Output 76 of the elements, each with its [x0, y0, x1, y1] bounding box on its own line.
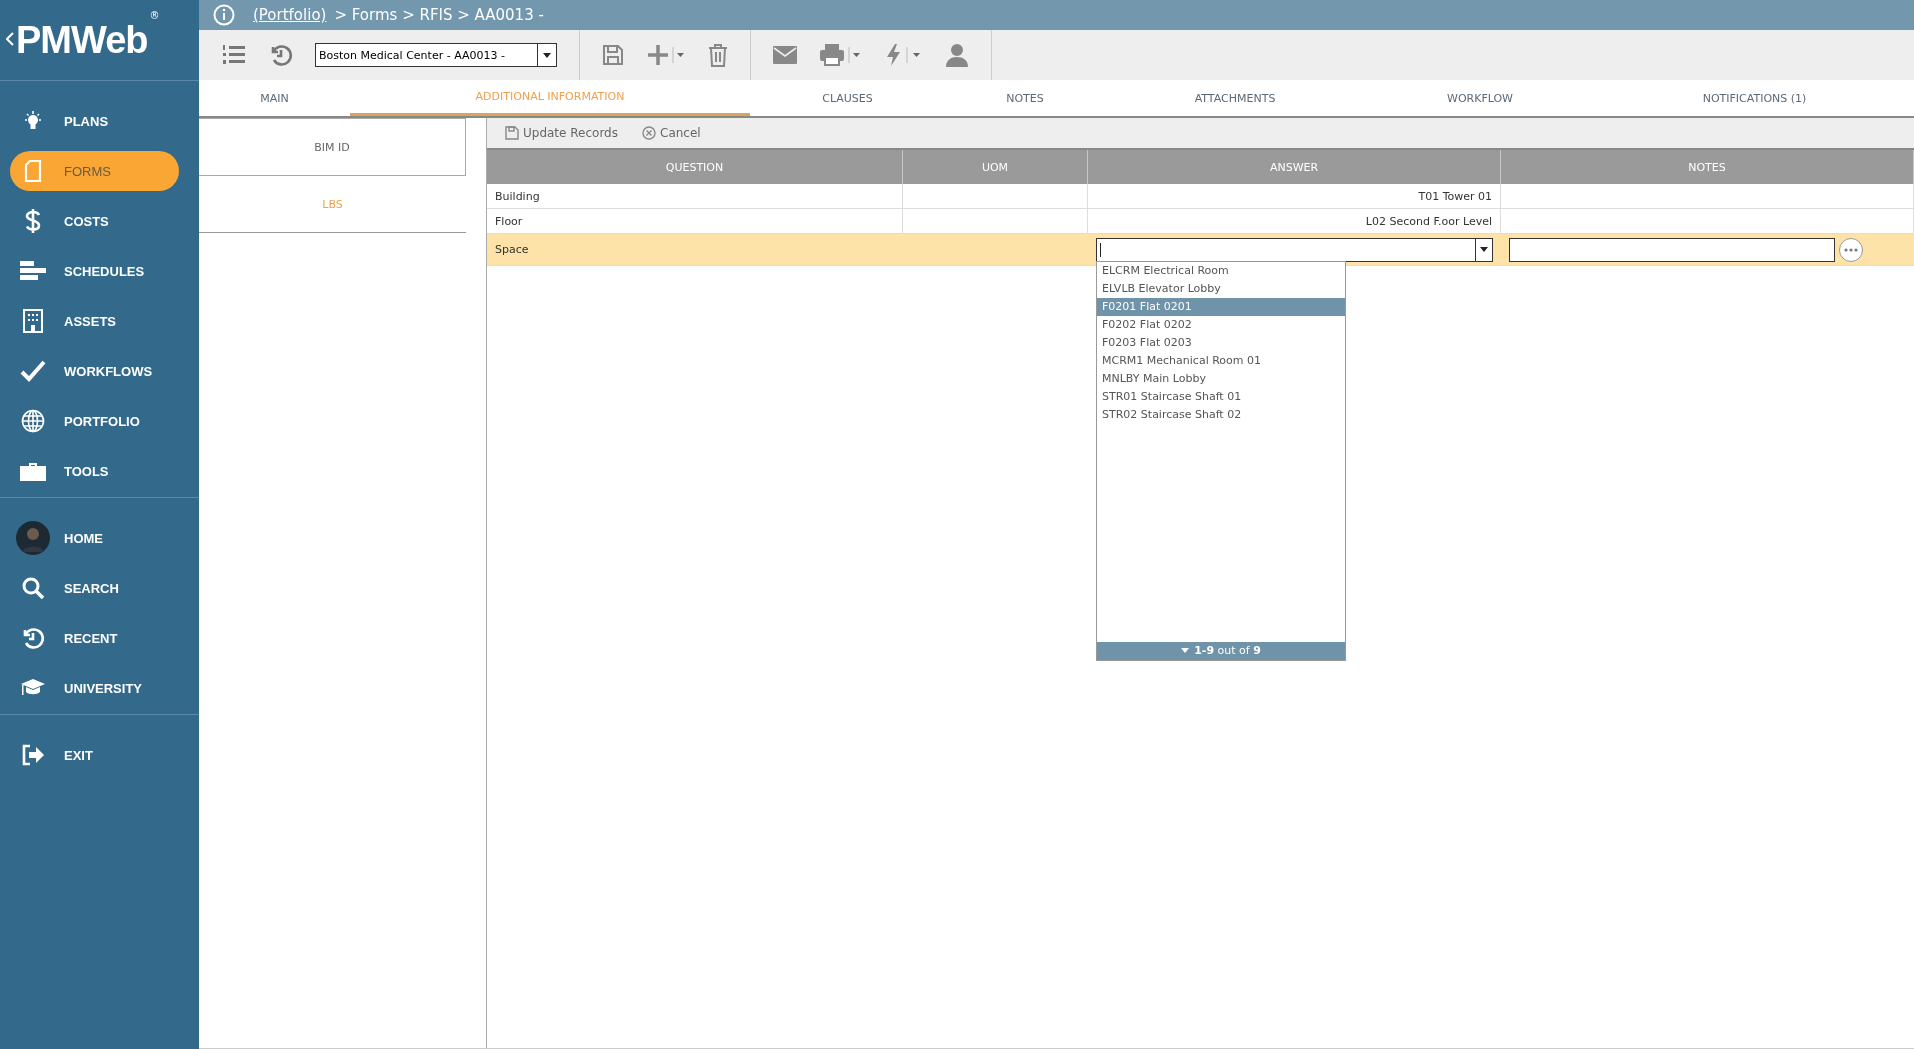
tab[interactable]: ATTACHMENTS — [1105, 80, 1365, 116]
notes-field[interactable] — [1509, 237, 1835, 262]
logo: PMWeb — [16, 18, 148, 62]
save-icon — [505, 126, 519, 140]
subnav-item[interactable]: BIM ID — [199, 118, 466, 176]
sidebar-item[interactable]: WORKFLOWS — [10, 351, 179, 391]
tab[interactable]: MAIN — [199, 80, 350, 116]
envelope-icon[interactable] — [773, 46, 797, 64]
table-cell-text: Space — [494, 242, 530, 258]
search-icon — [21, 576, 45, 600]
action-button[interactable]: Cancel — [642, 126, 701, 140]
sidebar-item[interactable]: UNIVERSITY — [10, 668, 179, 708]
tab[interactable]: NOTIFICATIONS (1) — [1595, 80, 1914, 116]
building-icon — [23, 309, 43, 333]
sidebar-item[interactable]: FORMS — [10, 151, 179, 191]
avatar-icon — [16, 521, 50, 555]
table-cell: T01 Tower 01 — [1088, 184, 1501, 208]
history-icon — [21, 626, 45, 650]
history-icon[interactable] — [269, 43, 293, 67]
caret-icon — [1480, 247, 1488, 252]
tab[interactable]: NOTES — [945, 80, 1105, 116]
breadcrumb-link[interactable]: (Portfolio) — [253, 6, 327, 24]
dropdown-option[interactable]: F0203 Flat 0203 — [1097, 333, 1345, 352]
column-header: QUESTION — [487, 150, 903, 184]
dropdown-option[interactable]: MNLBY Main Lobby — [1097, 369, 1345, 388]
sidebar-item[interactable]: HOME — [10, 518, 179, 558]
table-cell: Building — [487, 184, 903, 208]
sidebar-item[interactable]: PLANS — [10, 101, 179, 141]
sidebar-item[interactable]: EXIT — [10, 735, 179, 775]
sidebar-item[interactable]: TOOLS — [10, 451, 179, 491]
registered-mark: ® — [149, 10, 160, 21]
sidebar-item[interactable]: SCHEDULES — [10, 251, 179, 291]
trash-icon[interactable] — [708, 43, 728, 67]
caret-icon — [543, 52, 551, 58]
info-icon[interactable] — [213, 4, 235, 26]
sidebar-item[interactable]: RECENT — [10, 618, 179, 658]
sidebar-item[interactable]: COSTS — [10, 201, 179, 241]
gantt-bars-icon — [20, 261, 46, 281]
sidebar-item[interactable]: ASSETS — [10, 301, 179, 341]
dropdown-option[interactable]: ELVLB Elevator Lobby — [1097, 279, 1345, 298]
close-icon — [642, 126, 656, 140]
table-cell: L02 Second F.oor Level — [1088, 209, 1501, 233]
column-header: ANSWER — [1088, 150, 1501, 184]
exit-icon — [21, 744, 45, 766]
dropdown-option[interactable]: F0201 Flat 0201 — [1097, 297, 1345, 316]
project-select[interactable]: Boston Medical Center - AA0013 - — [315, 43, 557, 67]
document-icon — [24, 159, 42, 183]
sidebar-item[interactable]: PORTFOLIO — [10, 401, 179, 441]
table-cell: Floor — [487, 209, 903, 233]
globe-icon — [21, 409, 45, 433]
plus-dropdown-icon[interactable] — [646, 43, 686, 67]
column-header: UOM — [903, 150, 1088, 184]
dropdown-option[interactable]: MCRM1 Mechanical Room 01 — [1097, 351, 1345, 370]
briefcase-icon — [20, 460, 46, 482]
ellipsis-icon — [1843, 247, 1859, 252]
save-icon[interactable] — [602, 44, 624, 66]
sidebar-item[interactable]: SEARCH — [10, 568, 179, 608]
dollar-icon — [25, 208, 41, 234]
tab[interactable]: WORKFLOW — [1365, 80, 1595, 116]
numbered-list-icon[interactable] — [221, 43, 247, 67]
action-button[interactable]: Update Records — [505, 126, 618, 140]
tab[interactable]: CLAUSES — [750, 80, 945, 116]
dropdown-option[interactable]: STR02 Staircase Shaft 02 — [1097, 405, 1345, 424]
caret-icon — [1181, 648, 1190, 653]
checkmark-icon — [20, 360, 46, 382]
pager-text: 1-9 out of 9 — [1194, 644, 1261, 657]
dropdown-option[interactable]: F0202 Flat 0202 — [1097, 315, 1345, 334]
breadcrumb-path: > Forms > RFIS > AA0013 - — [334, 6, 544, 24]
dropdown-option[interactable]: STR01 Staircase Shaft 01 — [1097, 387, 1345, 406]
column-header: NOTES — [1501, 150, 1914, 184]
answer-combobox[interactable] — [1096, 237, 1493, 262]
dropdown-option[interactable]: ELCRM Electrical Room — [1097, 261, 1345, 280]
more-button[interactable] — [1839, 237, 1863, 262]
graduation-cap-icon — [20, 678, 46, 698]
printer-dropdown-icon[interactable] — [819, 43, 861, 67]
person-icon[interactable] — [945, 43, 969, 67]
